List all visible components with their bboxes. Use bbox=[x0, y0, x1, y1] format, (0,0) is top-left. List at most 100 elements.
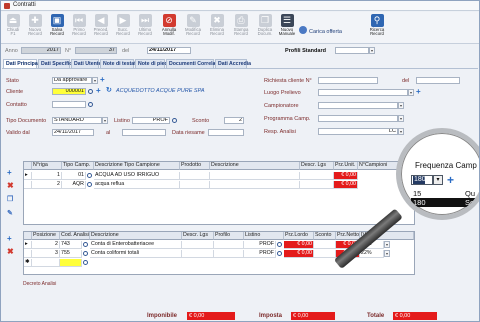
sampler-dropdown-arrow[interactable]: ▾ bbox=[398, 102, 404, 109]
copy-sample-row-icon[interactable]: ❐ bbox=[7, 195, 13, 203]
analysis-code-cell[interactable]: 743 bbox=[60, 241, 82, 249]
discount-field[interactable]: 2 bbox=[224, 117, 244, 124]
valid-from-field[interactable]: 24/11/2017 bbox=[52, 129, 94, 136]
description-cell[interactable] bbox=[210, 172, 300, 180]
vat-dropdown-arrow[interactable]: ▾ bbox=[384, 250, 390, 257]
column-header[interactable]: Descrizione bbox=[90, 232, 182, 240]
last-record-button[interactable]: ⏭ Ultimo Record bbox=[135, 14, 155, 42]
add-status-icon[interactable]: + bbox=[100, 76, 105, 84]
row-selector[interactable] bbox=[24, 181, 32, 189]
tab-dati-utente[interactable]: Dati Utente bbox=[71, 59, 101, 68]
client-name-link[interactable]: ACQUEDOTTO ACQUE PURE SPA bbox=[116, 88, 205, 94]
tab-documenti-correlati[interactable]: Documenti Correlati bbox=[166, 59, 219, 68]
client-code-field[interactable]: 000001 bbox=[52, 88, 86, 95]
vat-cell[interactable]: 22% bbox=[360, 250, 384, 258]
print-record-button[interactable]: ⎙ Stampa Record bbox=[231, 14, 251, 42]
column-header[interactable]: Prz.Netto bbox=[336, 232, 360, 240]
product-cell[interactable] bbox=[180, 181, 210, 189]
row-selector[interactable]: ✱ bbox=[24, 259, 32, 267]
sampling-place-dropdown-arrow[interactable]: ▾ bbox=[408, 89, 414, 96]
next-record-button[interactable]: ▶ Succ. Record bbox=[113, 14, 133, 42]
descr-lgs-cell[interactable] bbox=[300, 181, 334, 189]
descr-lgs-cell[interactable] bbox=[300, 172, 334, 180]
discount-cell[interactable] bbox=[314, 250, 336, 258]
tab-dati-specifici[interactable]: Dati Specifici bbox=[38, 59, 74, 68]
profile-dropdown-arrow[interactable]: ▾ bbox=[369, 47, 375, 54]
column-header[interactable]: Cod. Analisi bbox=[60, 232, 90, 240]
price-list-search-icon[interactable] bbox=[172, 118, 177, 123]
customer-request-field[interactable] bbox=[318, 77, 378, 84]
column-header[interactable]: Prodotto bbox=[180, 162, 210, 170]
column-header[interactable]: Profilo bbox=[214, 232, 244, 240]
discount-cell[interactable] bbox=[314, 241, 336, 249]
add-client-icon[interactable]: + bbox=[96, 87, 101, 95]
magnified-dropdown-arrow[interactable]: ▾ bbox=[433, 175, 443, 185]
document-type-dropdown-arrow[interactable]: ▾ bbox=[102, 117, 108, 124]
previous-record-button[interactable]: ◀ Preced. Record bbox=[91, 14, 111, 42]
close-button[interactable]: ⏏ Chiudi F1 bbox=[3, 14, 23, 42]
client-search-icon[interactable] bbox=[88, 89, 93, 94]
column-header[interactable]: Listino bbox=[244, 232, 284, 240]
magnified-add-icon[interactable]: + bbox=[447, 173, 454, 187]
contact-search-icon[interactable] bbox=[88, 102, 93, 107]
column-header[interactable]: N°riga bbox=[32, 162, 62, 170]
column-header[interactable]: Descr. Lgs bbox=[182, 232, 214, 240]
profile-select[interactable] bbox=[335, 47, 369, 54]
gross-price-cell[interactable]: € 0,00 bbox=[284, 250, 314, 258]
gross-price-cell[interactable]: € 0,00 bbox=[284, 241, 314, 249]
status-dropdown-arrow[interactable]: ▾ bbox=[92, 77, 98, 84]
row-selector[interactable]: ▸ bbox=[24, 241, 32, 249]
profile-cell[interactable] bbox=[214, 250, 244, 258]
save-record-button[interactable]: ▣ Salva Record bbox=[47, 14, 67, 42]
descr-lgs-cell[interactable] bbox=[182, 241, 214, 249]
analysis-search-icon[interactable] bbox=[83, 242, 88, 247]
column-header[interactable]: Descrizione Tipo Campione bbox=[94, 162, 180, 170]
sample-type-description[interactable]: acqua reflua bbox=[94, 181, 180, 189]
column-header[interactable]: Descr. Lgs bbox=[300, 162, 334, 170]
add-sample-row-icon[interactable]: + bbox=[7, 169, 12, 177]
document-type-select[interactable]: STANDARD bbox=[52, 117, 102, 124]
edit-sample-row-icon[interactable]: ✎ bbox=[7, 209, 13, 217]
new-record-button[interactable]: ✚ Nuovo Record bbox=[25, 14, 45, 42]
review-date-field[interactable] bbox=[208, 129, 244, 136]
sampler-select[interactable] bbox=[318, 102, 398, 109]
status-select[interactable]: Da approvare bbox=[52, 77, 92, 84]
analysis-manager-select[interactable]: LC bbox=[318, 128, 398, 135]
sampling-place-select[interactable] bbox=[318, 89, 408, 96]
delete-sample-row-icon[interactable]: ✖ bbox=[7, 181, 14, 190]
sample-type-search-icon[interactable] bbox=[87, 173, 92, 178]
sampling-program-select[interactable] bbox=[318, 115, 398, 122]
column-header[interactable]: Posizione bbox=[32, 232, 60, 240]
refresh-client-icon[interactable]: ↻ bbox=[106, 87, 112, 95]
tab-note-piede[interactable]: Note di piede bbox=[135, 59, 171, 68]
analysis-description-cell[interactable]: Conta di Enterobatteriacee bbox=[90, 241, 182, 249]
dropdown-option[interactable]: 15 Qu bbox=[411, 189, 479, 198]
price-list-cell[interactable]: PROF bbox=[244, 241, 276, 249]
sample-type-code[interactable]: 01 bbox=[62, 172, 86, 180]
search-record-button[interactable]: ⚲ Ricerca Record bbox=[365, 14, 389, 42]
edit-record-button[interactable]: ✎ Modifica Record bbox=[183, 14, 203, 42]
analysis-search-icon[interactable] bbox=[83, 260, 88, 265]
delete-record-button[interactable]: ✖ Elimina Record bbox=[207, 14, 227, 42]
tab-dati-accredia[interactable]: Dati Accredia bbox=[215, 59, 251, 68]
new-analysis-code-cell[interactable] bbox=[60, 259, 82, 267]
dropdown-option-selected[interactable]: 180 Se bbox=[411, 198, 479, 207]
profile-cell[interactable] bbox=[214, 241, 244, 249]
column-header[interactable]: Prz.Unit. bbox=[334, 162, 358, 170]
price-list-search-icon[interactable] bbox=[277, 251, 282, 256]
column-header[interactable]: Descrizione bbox=[210, 162, 300, 170]
new-manual-button[interactable]: ☰ Nuovo Manuale bbox=[277, 14, 297, 42]
analysis-manager-dropdown-arrow[interactable]: ▾ bbox=[398, 128, 404, 135]
load-offer-button[interactable]: Carica offerta bbox=[299, 26, 342, 35]
duplicate-document-button[interactable]: ❐ Duplica Docum. bbox=[255, 14, 275, 42]
sample-type-code[interactable]: AQR bbox=[62, 181, 86, 189]
unit-price-cell[interactable]: € 0,00 bbox=[334, 172, 358, 180]
analysis-search-icon[interactable] bbox=[83, 251, 88, 256]
price-list-cell[interactable]: PROF bbox=[244, 250, 276, 258]
column-header[interactable]: Prz.Lordo bbox=[284, 232, 314, 240]
customer-request-date-field[interactable] bbox=[416, 77, 460, 84]
unit-price-cell[interactable]: € 0,00 bbox=[334, 181, 358, 189]
row-selector[interactable] bbox=[24, 250, 32, 258]
number-field[interactable]: 37 bbox=[75, 47, 117, 54]
sampling-program-dropdown-arrow[interactable]: ▾ bbox=[398, 115, 404, 122]
